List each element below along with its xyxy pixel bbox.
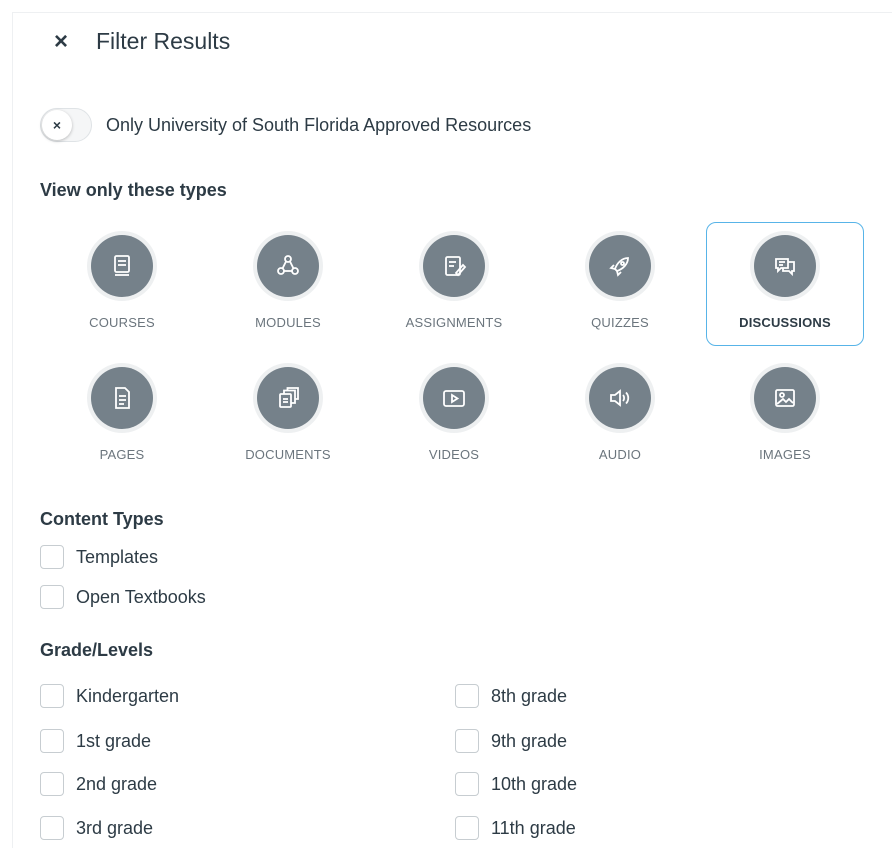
checkbox-row-8th-grade[interactable]: 8th grade (455, 684, 567, 708)
checkbox-label: 8th grade (491, 685, 568, 706)
checkbox-label: 3rd grade (76, 817, 154, 838)
approved-toggle[interactable]: × (40, 108, 92, 142)
checkbox-label: 10th grade (491, 773, 578, 794)
checkbox-row-templates[interactable]: Templates (40, 545, 158, 569)
type-label: ASSIGNMENTS (405, 315, 503, 330)
close-icon[interactable]: × (54, 28, 76, 55)
checkbox-label: Open Textbooks (76, 586, 206, 607)
checkbox[interactable] (40, 684, 64, 708)
checkbox-label: 1st grade (76, 730, 152, 751)
checkbox-row-3rd-grade[interactable]: 3rd grade (40, 816, 153, 840)
type-tile-courses[interactable]: COURSES (43, 222, 201, 346)
type-tile-pages[interactable]: PAGES (43, 354, 201, 478)
video-icon (423, 367, 485, 429)
content-types-title: Content Types (40, 509, 164, 529)
checkbox-label: 9th grade (491, 730, 568, 751)
page-title: Filter Results (96, 28, 231, 54)
type-label: VIDEOS (428, 447, 480, 462)
checkbox[interactable] (40, 585, 64, 609)
audio-icon (589, 367, 651, 429)
grade-levels-title: Grade/Levels (40, 640, 154, 660)
type-label: DOCUMENTS (245, 447, 331, 462)
type-tile-audio[interactable]: AUDIO (541, 354, 699, 478)
checkbox[interactable] (40, 772, 64, 796)
toggle-off-x-icon: × (42, 110, 72, 140)
checkbox-row-open-textbooks[interactable]: Open Textbooks (40, 585, 206, 609)
modules-icon (257, 235, 319, 297)
type-label: DISCUSSIONS (739, 315, 831, 330)
type-tile-quizzes[interactable]: QUIZZES (541, 222, 699, 346)
checkbox-label: Kindergarten (76, 685, 180, 706)
checkbox-row-2nd-grade[interactable]: 2nd grade (40, 772, 157, 796)
type-label: MODULES (255, 315, 321, 330)
assignment-icon (423, 235, 485, 297)
course-icon (91, 235, 153, 297)
type-label: IMAGES (759, 447, 811, 462)
checkbox-row-1st-grade[interactable]: 1st grade (40, 729, 151, 753)
checkbox-label: Templates (76, 546, 159, 567)
checkbox-row-9th-grade[interactable]: 9th grade (455, 729, 567, 753)
image-icon (754, 367, 816, 429)
type-tile-assignments[interactable]: ASSIGNMENTS (375, 222, 533, 346)
type-label: AUDIO (598, 447, 642, 462)
page-icon (91, 367, 153, 429)
checkbox[interactable] (455, 684, 479, 708)
type-tile-modules[interactable]: MODULES (209, 222, 367, 346)
filter-header: × Filter Results (54, 28, 230, 55)
checkbox[interactable] (455, 729, 479, 753)
type-label: QUIZZES (591, 315, 649, 330)
type-tile-images[interactable]: IMAGES (706, 354, 864, 478)
checkbox[interactable] (40, 816, 64, 840)
types-section-title: View only these types (40, 180, 227, 200)
discussion-icon (754, 235, 816, 297)
type-label: PAGES (99, 447, 145, 462)
type-tile-videos[interactable]: VIDEOS (375, 354, 533, 478)
type-tile-discussions[interactable]: DISCUSSIONS (706, 222, 864, 346)
checkbox-row-10th-grade[interactable]: 10th grade (455, 772, 577, 796)
checkbox[interactable] (455, 816, 479, 840)
approved-toggle-row[interactable]: × Only University of South Florida Appro… (40, 108, 531, 142)
checkbox-label: 11th grade (491, 817, 576, 838)
quiz-rocket-icon (589, 235, 651, 297)
checkbox-label: 2nd grade (76, 773, 158, 794)
type-tile-documents[interactable]: DOCUMENTS (209, 354, 367, 478)
checkbox[interactable] (40, 545, 64, 569)
type-label: COURSES (89, 315, 155, 330)
checkbox-row-11th-grade[interactable]: 11th grade (455, 816, 576, 840)
checkbox-row-kindergarten[interactable]: Kindergarten (40, 684, 179, 708)
checkbox[interactable] (455, 772, 479, 796)
checkbox[interactable] (40, 729, 64, 753)
approved-toggle-label: Only University of South Florida Approve… (106, 114, 532, 135)
documents-icon (257, 367, 319, 429)
